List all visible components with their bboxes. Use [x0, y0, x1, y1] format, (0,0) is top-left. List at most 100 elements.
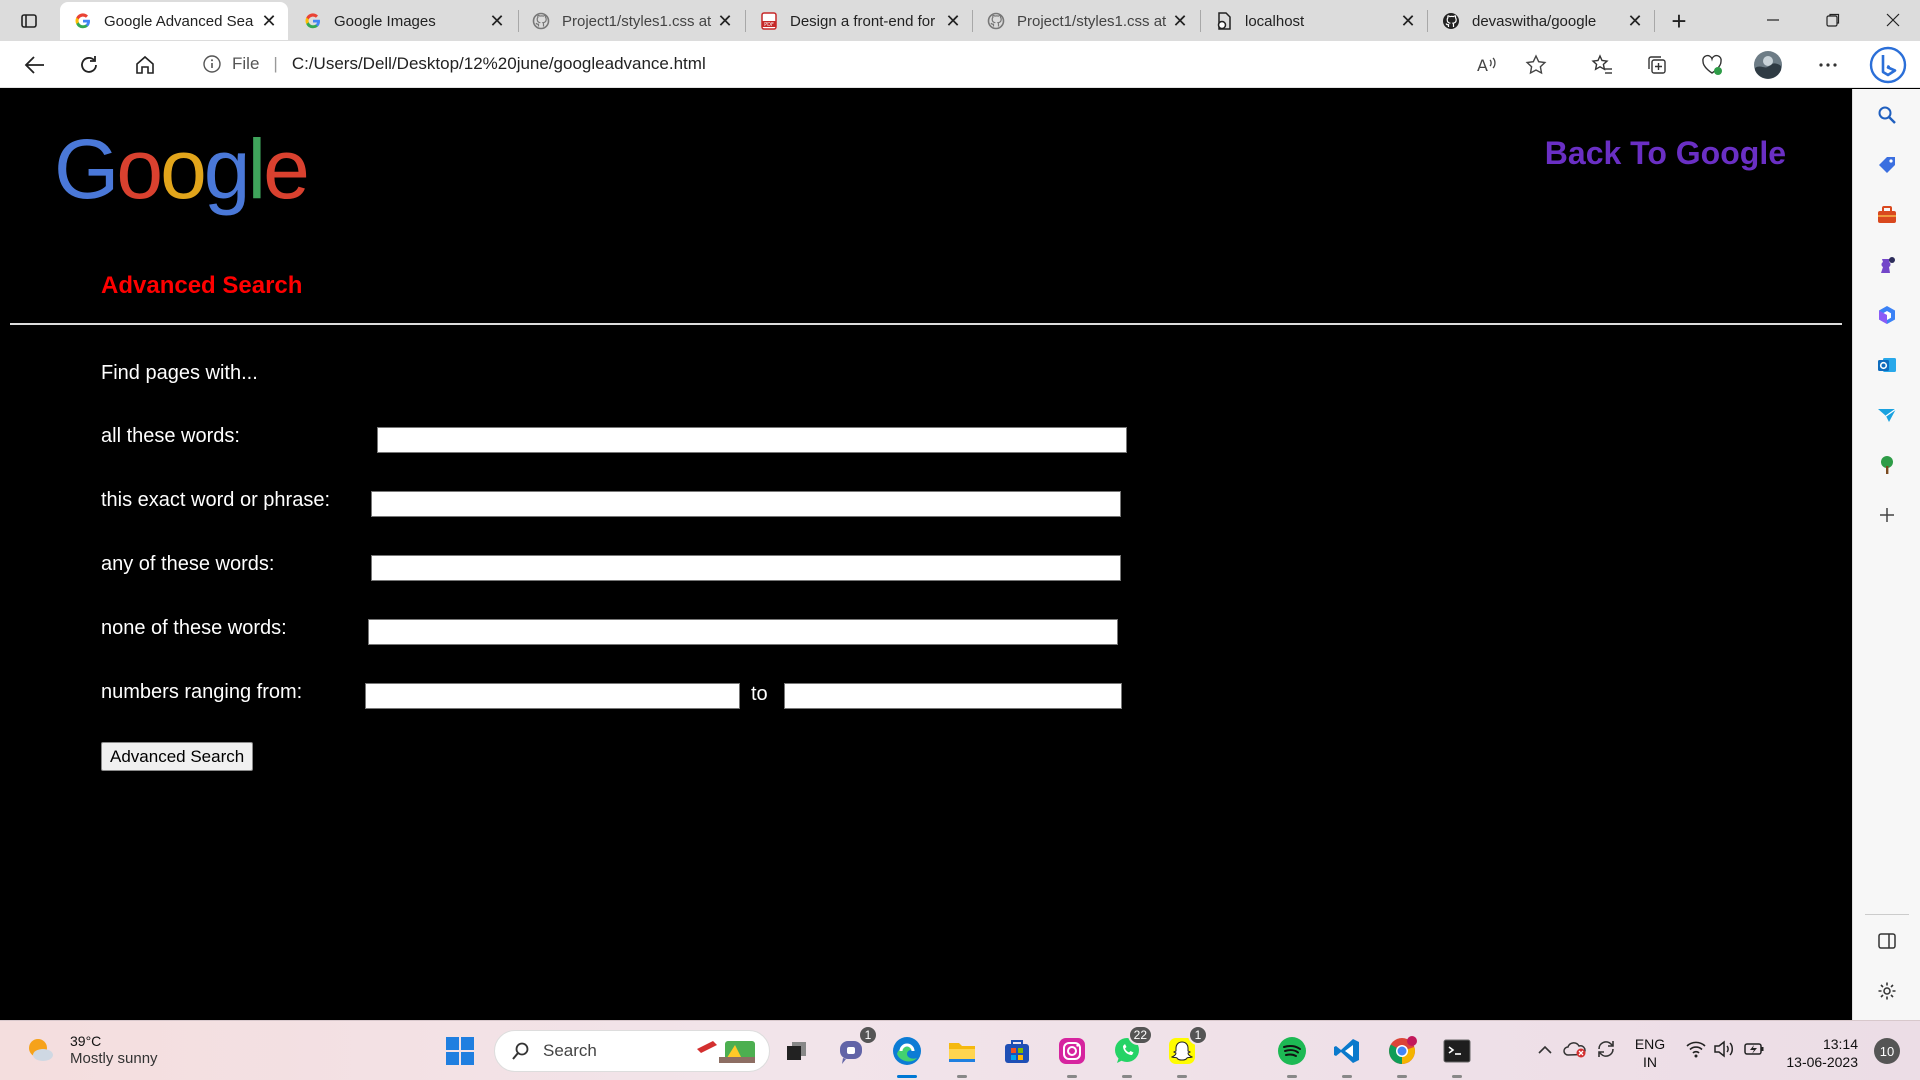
tab-project1-styles[interactable]: Project1/styles1.css at ✕: [518, 2, 744, 40]
new-tab-icon[interactable]: +: [1664, 6, 1694, 36]
back-to-google-link[interactable]: Back To Google: [1545, 135, 1786, 172]
any-words-input[interactable]: [371, 555, 1121, 581]
tab-project1-styles-2[interactable]: Project1/styles1.css at ✕: [973, 2, 1199, 40]
shopping-tag-icon[interactable]: [1870, 148, 1904, 182]
send-icon[interactable]: [1870, 398, 1904, 432]
tab-actions-icon[interactable]: [12, 8, 46, 34]
language-indicator[interactable]: ENG IN: [1632, 1035, 1668, 1071]
taskbar-search-box[interactable]: Search: [494, 1030, 770, 1072]
url-text[interactable]: C:/Users/Dell/Desktop/12%20june/googlead…: [292, 54, 706, 74]
close-tab-icon[interactable]: ✕: [260, 11, 278, 31]
tools-icon[interactable]: [1870, 198, 1904, 232]
more-options-icon[interactable]: [1812, 49, 1844, 81]
notification-badge: 22: [1127, 1025, 1153, 1045]
close-window-icon[interactable]: [1866, 0, 1920, 40]
clock[interactable]: 13:14 13-06-2023: [1780, 1035, 1862, 1071]
microsoft-store-icon[interactable]: [999, 1033, 1035, 1069]
favorites-icon[interactable]: [1586, 49, 1618, 81]
windows-taskbar: 39°C Mostly sunny Search 1 22 1 ENG IN 1…: [0, 1020, 1920, 1080]
range-from-input[interactable]: [365, 683, 740, 709]
home-icon[interactable]: [128, 48, 162, 82]
battery-charging-icon[interactable]: [1742, 1037, 1766, 1061]
bing-chat-icon[interactable]: [1868, 45, 1908, 85]
tab-title: Project1/styles1.css at: [1017, 12, 1167, 30]
close-tab-icon[interactable]: ✕: [1399, 11, 1417, 31]
windows-start-icon[interactable]: [444, 1035, 476, 1067]
tab-devaswitha-google[interactable]: devaswitha/google ✕: [1428, 2, 1654, 40]
games-icon[interactable]: [1870, 248, 1904, 282]
wifi-icon[interactable]: [1684, 1037, 1708, 1061]
edge-browser-icon[interactable]: [889, 1033, 925, 1078]
advanced-search-button[interactable]: Advanced Search: [101, 742, 254, 771]
google-icon: [304, 12, 322, 30]
add-icon[interactable]: [1870, 498, 1904, 532]
info-icon[interactable]: [202, 54, 222, 74]
show-hidden-icons-chevron-icon[interactable]: [1533, 1037, 1557, 1061]
restore-icon[interactable]: [1806, 0, 1860, 40]
all-words-input[interactable]: [377, 427, 1127, 453]
tab-title: localhost: [1245, 12, 1305, 30]
collections-icon[interactable]: [1641, 49, 1673, 81]
file-scheme-label: File: [232, 54, 260, 73]
profile-avatar[interactable]: [1752, 49, 1784, 81]
logo-letter: l: [247, 122, 267, 216]
snapchat-icon[interactable]: 1: [1164, 1025, 1208, 1078]
terminal-icon[interactable]: [1439, 1033, 1475, 1078]
exact-phrase-label: this exact word or phrase:: [101, 489, 330, 511]
instagram-icon[interactable]: [1054, 1033, 1090, 1078]
microsoft-365-icon[interactable]: [1870, 298, 1904, 332]
weather-widget[interactable]: 39°C Mostly sunny: [24, 1032, 158, 1068]
volume-icon[interactable]: [1712, 1037, 1736, 1061]
tab-google-images[interactable]: Google Images ✕: [290, 2, 516, 40]
task-view-icon[interactable]: [779, 1033, 815, 1069]
weather-description: Mostly sunny: [70, 1050, 158, 1067]
exact-phrase-input[interactable]: [371, 491, 1121, 517]
sidebar-toggle-icon[interactable]: [1870, 924, 1904, 958]
app-indicator: [1452, 1075, 1462, 1078]
chrome-icon[interactable]: [1384, 1033, 1420, 1078]
tab-design-pdf[interactable]: PDF Design a front-end for ✕: [746, 2, 972, 40]
minimize-icon[interactable]: [1746, 0, 1800, 40]
close-tab-icon[interactable]: ✕: [716, 11, 734, 31]
spotify-icon[interactable]: [1274, 1033, 1310, 1078]
none-words-input[interactable]: [368, 619, 1118, 645]
read-aloud-icon[interactable]: A: [1470, 49, 1502, 81]
search-icon[interactable]: [1870, 98, 1904, 132]
notification-count-badge[interactable]: 10: [1874, 1038, 1900, 1064]
teams-chat-icon[interactable]: 1: [834, 1025, 878, 1069]
sync-icon[interactable]: [1594, 1037, 1618, 1061]
app-indicator: [1177, 1075, 1187, 1078]
find-pages-heading: Find pages with...: [101, 362, 258, 384]
back-arrow-icon[interactable]: [18, 48, 52, 82]
tab-google-advanced-search[interactable]: Google Advanced Sea ✕: [60, 2, 288, 40]
language-code: ENG: [1634, 1036, 1666, 1052]
tab-title: Google Images: [334, 12, 436, 30]
partly-sunny-icon: [29, 1039, 53, 1061]
github-icon: [1442, 12, 1460, 30]
range-to-input[interactable]: [784, 683, 1122, 709]
close-tab-icon[interactable]: ✕: [944, 11, 962, 31]
close-tab-icon[interactable]: ✕: [488, 11, 506, 31]
tab-strip: Google Advanced Sea ✕ Google Images ✕ Pr…: [0, 0, 1920, 41]
close-tab-icon[interactable]: ✕: [1626, 11, 1644, 31]
browser-essentials-icon[interactable]: [1696, 49, 1728, 81]
any-words-label: any of these words:: [101, 553, 275, 575]
onedrive-error-icon[interactable]: [1563, 1037, 1587, 1061]
refresh-icon[interactable]: [72, 48, 106, 82]
tab-localhost[interactable]: localhost ✕: [1201, 2, 1427, 40]
logo-letter: G: [54, 122, 119, 216]
close-tab-icon[interactable]: ✕: [1171, 11, 1189, 31]
edge-sidebar: [1852, 89, 1920, 1020]
svg-text:PDF: PDF: [764, 22, 774, 28]
tab-divider: [1654, 10, 1655, 32]
outlook-icon[interactable]: [1870, 348, 1904, 382]
whatsapp-icon[interactable]: 22: [1109, 1025, 1153, 1078]
file-explorer-icon[interactable]: [944, 1033, 980, 1078]
address-bar[interactable]: File | C:/Users/Dell/Desktop/12%20june/g…: [182, 45, 1542, 83]
vscode-icon[interactable]: [1329, 1033, 1365, 1078]
tree-icon[interactable]: [1870, 448, 1904, 482]
settings-gear-icon[interactable]: [1870, 974, 1904, 1008]
logo-letter: g: [203, 122, 251, 216]
github-icon: [987, 12, 1005, 30]
favorite-star-icon[interactable]: [1520, 49, 1552, 81]
